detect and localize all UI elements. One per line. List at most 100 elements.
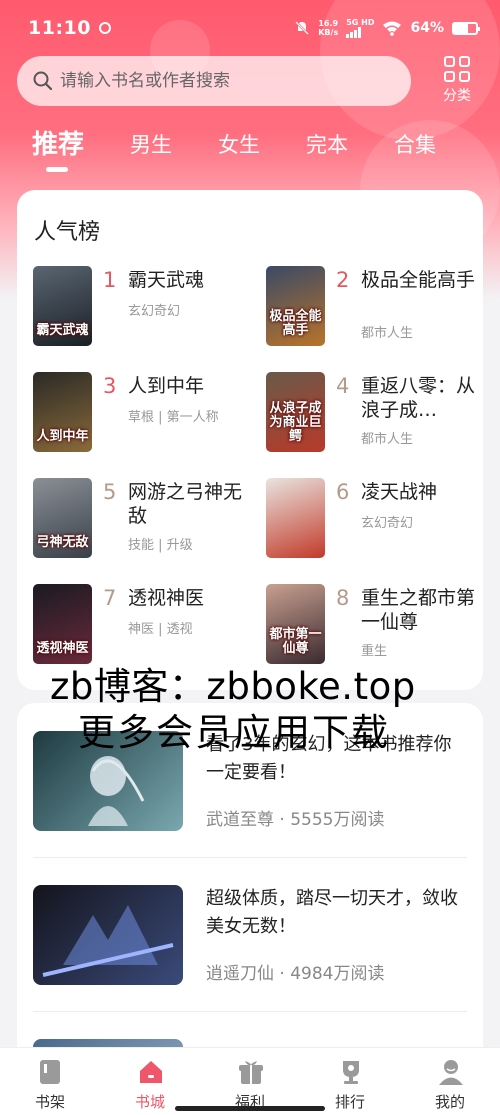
- rank-number: 7: [103, 586, 117, 610]
- gift-icon: [237, 1058, 263, 1086]
- rank-number: 8: [336, 586, 350, 610]
- list-divider: [33, 1011, 467, 1012]
- bookshelf-icon: [37, 1058, 63, 1086]
- cover-title: 透视神医: [36, 641, 89, 656]
- rank-number: 1: [103, 268, 117, 292]
- search-icon: [33, 71, 53, 91]
- tab-recommend[interactable]: 推荐: [32, 128, 84, 172]
- ranking-item[interactable]: 人到中年 3 人到中年 草根 | 第一人称: [33, 372, 253, 456]
- book-title[interactable]: 网游之弓神无敌: [128, 480, 248, 528]
- ranking-item[interactable]: 弓神无敌 5 网游之弓神无敌 技能 | 升级: [33, 478, 253, 562]
- grid-icon: [444, 56, 470, 82]
- book-cover[interactable]: 透视神医: [33, 584, 92, 664]
- search-input[interactable]: [60, 71, 390, 91]
- status-icons: 16.9 KB/s 5G HD 64%: [294, 17, 480, 38]
- nav-bookstore[interactable]: 书城: [100, 1048, 200, 1115]
- battery-fill: [454, 23, 469, 33]
- nav-label: 书架: [34, 1093, 65, 1111]
- read-count: 4984万阅读: [290, 964, 385, 984]
- meta-separator: ·: [279, 964, 291, 984]
- profile-icon: [437, 1058, 463, 1086]
- book-title[interactable]: 透视神医: [128, 586, 248, 610]
- ranking-item[interactable]: 霸天武魂 1 霸天武魂 玄幻奇幻: [33, 266, 253, 350]
- bookstore-home-icon: [137, 1058, 163, 1086]
- ranking-item[interactable]: 6 凌天战神 玄幻奇幻: [266, 478, 486, 562]
- rank-number: 4: [336, 374, 350, 398]
- book-cover[interactable]: 极品全能高手: [266, 266, 325, 346]
- book-cover[interactable]: 都市第一仙尊: [266, 584, 325, 664]
- rank-number: 2: [336, 268, 350, 292]
- timer-icon: [98, 22, 111, 34]
- signal-bars-icon: [346, 26, 362, 38]
- sim-label: 5G HD: [346, 17, 375, 27]
- cover-illustration-icon: [42, 905, 174, 977]
- bottom-navigation: 书架 书城 福利 排行 我的: [0, 1047, 500, 1115]
- watermark-line-2: 更多会员应用下载: [78, 711, 390, 754]
- cell-signal: 5G HD: [346, 17, 375, 38]
- article-meta: 武道至尊 · 5555万阅读: [206, 805, 384, 830]
- book-cover[interactable]: 从浪子成为商业巨鳄: [266, 372, 325, 452]
- article-cover[interactable]: [33, 885, 183, 985]
- category-label: 分类: [443, 88, 471, 104]
- battery-percent: 64%: [410, 20, 444, 36]
- tab-completed[interactable]: 完本: [306, 128, 348, 172]
- book-title[interactable]: 人到中年: [128, 374, 248, 398]
- tab-male[interactable]: 男生: [130, 128, 172, 172]
- book-title[interactable]: 霸天武魂: [128, 268, 248, 292]
- popularity-ranking-card: 人气榜 霸天武魂 1 霸天武魂 玄幻奇幻 极品全能高手 2 极品全能高手 都市人…: [17, 190, 483, 690]
- book-tags: 玄幻奇幻: [361, 516, 414, 531]
- tab-female[interactable]: 女生: [218, 128, 260, 172]
- cover-title: 极品全能高手: [269, 309, 322, 338]
- book-cover[interactable]: 弓神无敌: [33, 478, 92, 558]
- nav-profile[interactable]: 我的: [400, 1048, 500, 1115]
- nav-bookshelf[interactable]: 书架: [0, 1048, 100, 1115]
- wifi-icon: [383, 21, 402, 36]
- book-tags: 草根 | 第一人称: [128, 410, 219, 425]
- cover-title: 弓神无敌: [36, 535, 89, 550]
- nav-label: 我的: [434, 1093, 465, 1111]
- book-title[interactable]: 凌天战神: [361, 480, 481, 504]
- article-title[interactable]: 超级体质，踏尽一切天才，敛收美女无数！: [206, 885, 468, 941]
- home-indicator: [175, 1106, 325, 1111]
- ranking-title: 人气榜: [34, 220, 101, 245]
- list-item[interactable]: 超级体质，踏尽一切天才，敛收美女无数！ 逍遥刀仙 · 4984万阅读: [33, 885, 467, 995]
- book-name[interactable]: 武道至尊: [206, 810, 274, 830]
- net-speed-value: 16.9: [318, 19, 339, 28]
- book-tags: 都市人生: [361, 326, 414, 341]
- article-meta: 逍遥刀仙 · 4984万阅读: [206, 959, 384, 984]
- search-bar[interactable]: [17, 56, 411, 106]
- cover-title: 人到中年: [36, 429, 89, 444]
- book-tags: 神医 | 透视: [128, 622, 193, 637]
- net-speed-unit: KB/s: [318, 28, 339, 37]
- book-cover[interactable]: 霸天武魂: [33, 266, 92, 346]
- meta-separator: ·: [279, 810, 291, 830]
- status-time: 11:10: [28, 17, 91, 39]
- book-title[interactable]: 极品全能高手: [361, 268, 481, 292]
- book-title[interactable]: 重返八零：从浪子成…: [361, 374, 481, 422]
- nav-ranking[interactable]: 排行: [300, 1048, 400, 1115]
- list-divider: [33, 857, 467, 858]
- book-tags: 玄幻奇幻: [128, 304, 181, 319]
- cover-title: 霸天武魂: [36, 323, 89, 338]
- book-cover[interactable]: [266, 478, 325, 558]
- cover-title: 都市第一仙尊: [269, 627, 322, 656]
- net-speed: 16.9 KB/s: [318, 19, 338, 37]
- book-tags: 都市人生: [361, 432, 414, 447]
- trophy-icon: [337, 1058, 363, 1086]
- ranking-item[interactable]: 极品全能高手 2 极品全能高手 都市人生: [266, 266, 486, 350]
- nav-welfare[interactable]: 福利: [200, 1048, 300, 1115]
- book-cover[interactable]: 人到中年: [33, 372, 92, 452]
- book-name[interactable]: 逍遥刀仙: [206, 964, 274, 984]
- book-tags: 技能 | 升级: [128, 538, 193, 553]
- rank-number: 3: [103, 374, 117, 398]
- ranking-item[interactable]: 从浪子成为商业巨鳄 4 重返八零：从浪子成… 都市人生: [266, 372, 486, 456]
- cover-title: 从浪子成为商业巨鳄: [269, 401, 322, 444]
- rank-number: 5: [103, 480, 117, 504]
- book-title[interactable]: 重生之都市第一仙尊: [361, 586, 481, 634]
- rank-number: 6: [336, 480, 350, 504]
- category-button[interactable]: 分类: [436, 56, 478, 108]
- channel-tabs: 推荐 男生 女生 完本 合集: [32, 128, 482, 178]
- status-bar: 11:10 16.9 KB/s 5G HD 64%: [0, 0, 500, 56]
- battery-icon: [452, 21, 480, 35]
- tab-collection[interactable]: 合集: [394, 128, 436, 172]
